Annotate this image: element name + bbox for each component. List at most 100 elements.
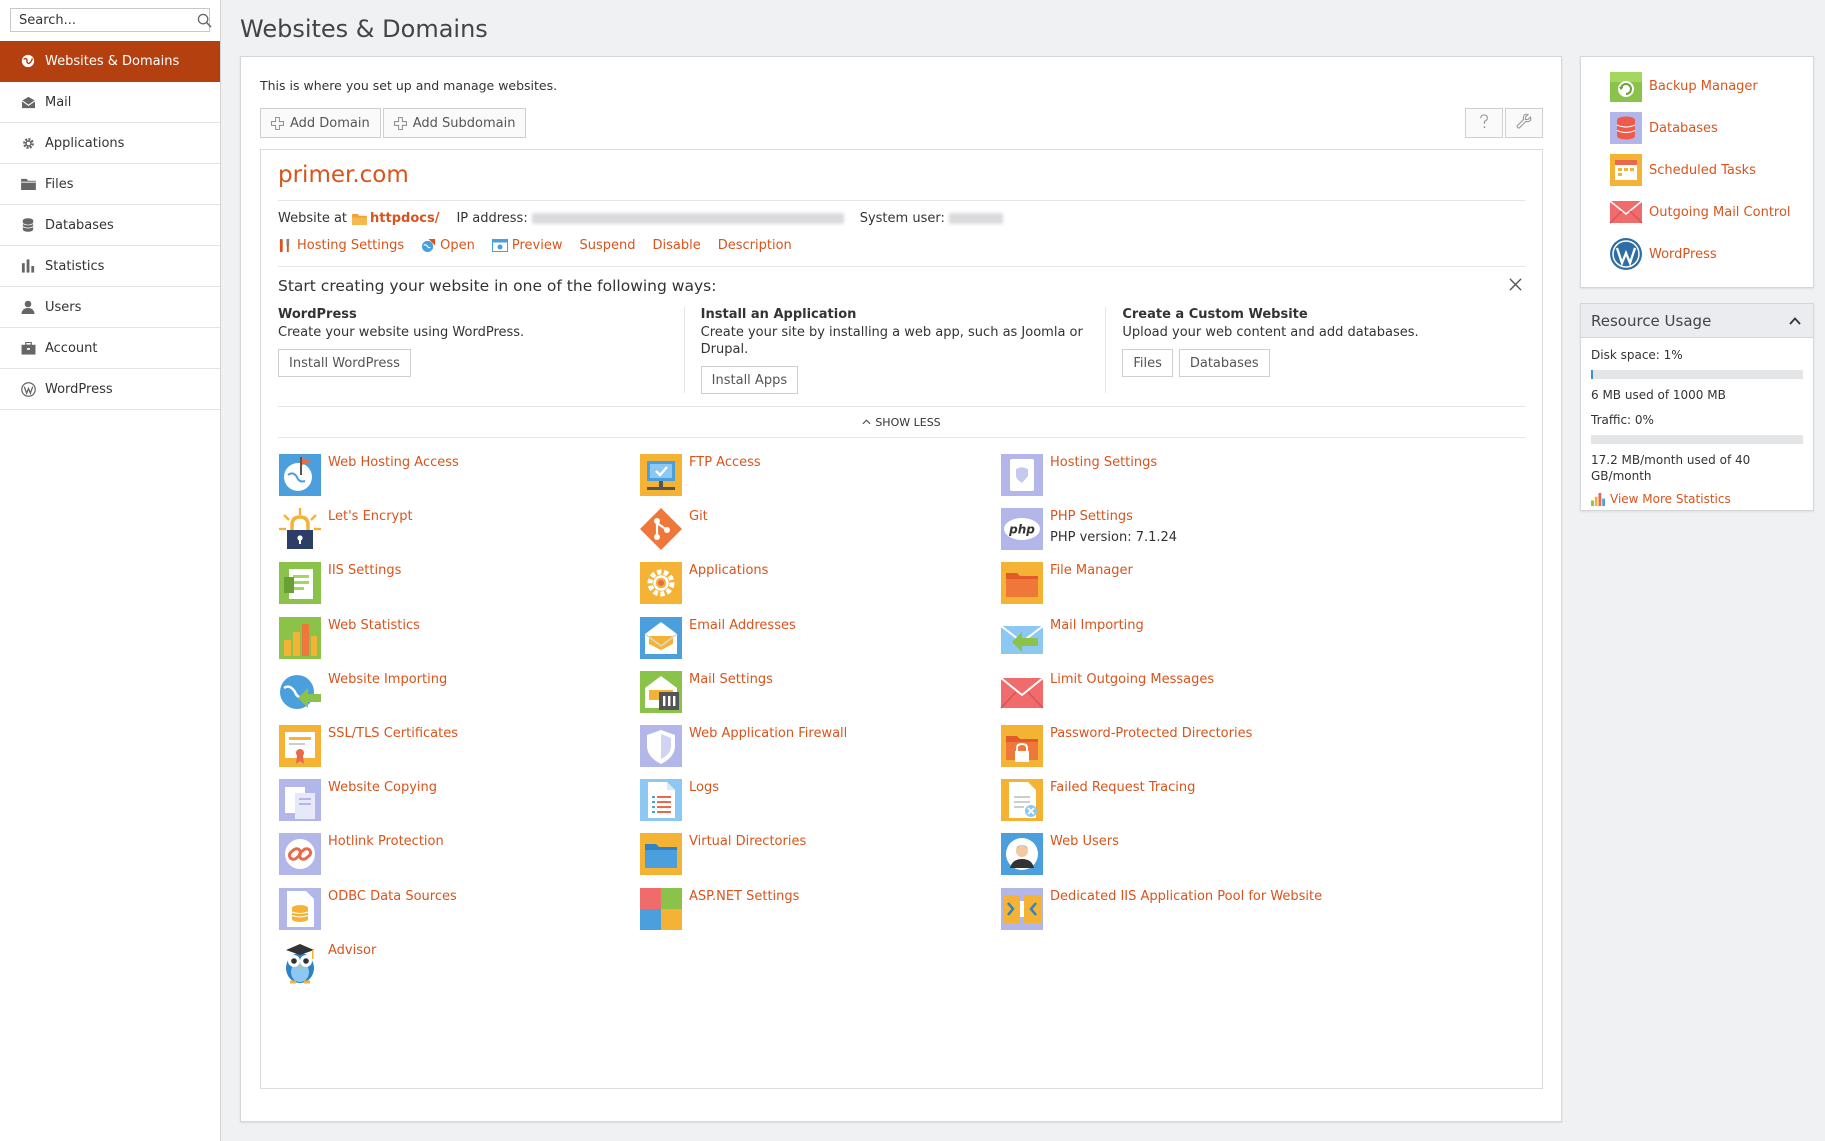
install-apps-button[interactable]: Install Apps	[700, 366, 799, 394]
web-statistics-icon	[279, 617, 321, 659]
main-panel: This is where you set up and manage webs…	[240, 56, 1562, 1122]
nav-item-files[interactable]: Files	[0, 164, 220, 205]
search-input[interactable]	[11, 9, 197, 31]
tool-iis-settings[interactable]: IIS Settings	[278, 561, 678, 609]
tool-hotlink-protection[interactable]: Hotlink Protection	[278, 832, 678, 880]
traffic-usage-bar	[1591, 435, 1803, 444]
option-title: Create a Custom Website	[1122, 307, 1308, 322]
settings-button[interactable]	[1505, 108, 1543, 138]
tool-php-settings[interactable]: php PHP Settings PHP version: 7.1.24	[1000, 507, 1400, 555]
shortcut-outgoing-mail-control[interactable]: Outgoing Mail Control	[1609, 194, 1791, 230]
tool-web-hosting-access[interactable]: Web Hosting Access	[278, 453, 678, 501]
tool-mail-settings[interactable]: Mail Settings	[639, 670, 1039, 718]
aspnet-icon	[640, 888, 682, 930]
tool-label: PHP Settings	[1050, 509, 1133, 524]
hosting-settings-link[interactable]: Hosting Settings	[278, 238, 404, 253]
files-button[interactable]: Files	[1122, 349, 1173, 377]
shortcut-label: Scheduled Tasks	[1649, 162, 1756, 178]
tool-applications[interactable]: Applications	[639, 561, 1039, 609]
tool-asp-net-settings[interactable]: ASP.NET Settings	[639, 887, 1039, 935]
tool-file-manager[interactable]: File Manager	[1000, 561, 1400, 609]
install-wordpress-button[interactable]: Install WordPress	[278, 349, 411, 377]
tool-hosting-settings[interactable]: Hosting Settings	[1000, 453, 1400, 501]
nav-item-mail[interactable]: Mail	[0, 82, 220, 123]
shortcut-wordpress[interactable]: WordPress	[1609, 236, 1717, 272]
search-icon[interactable]	[197, 9, 212, 31]
tool-password-protected-directories[interactable]: Password-Protected Directories	[1000, 724, 1400, 772]
nav-label: Websites & Domains	[45, 53, 180, 69]
tool-failed-request-tracing[interactable]: Failed Request Tracing	[1000, 778, 1400, 826]
tool-limit-outgoing-messages[interactable]: Limit Outgoing Messages	[1000, 670, 1400, 718]
tool-web-statistics[interactable]: Web Statistics	[278, 616, 678, 664]
tool-mail-importing[interactable]: Mail Importing	[1000, 616, 1400, 664]
nav-item-wordpress[interactable]: WordPress	[0, 369, 220, 410]
view-more-statistics-link[interactable]: View More Statistics	[1591, 492, 1803, 506]
nav-item-databases[interactable]: Databases	[0, 205, 220, 246]
add-subdomain-label: Add Subdomain	[412, 115, 516, 131]
tool-virtual-directories[interactable]: Virtual Directories	[639, 832, 1039, 880]
website-path-link[interactable]: httpdocs/	[370, 211, 439, 226]
resource-usage-header[interactable]: Resource Usage	[1581, 304, 1813, 338]
add-domain-button[interactable]: Add Domain	[260, 108, 381, 138]
tool-web-users[interactable]: Web Users	[1000, 832, 1400, 880]
tool-let-s-encrypt[interactable]: Let's Encrypt	[278, 507, 678, 555]
tool-ssl-tls-certificates[interactable]: SSL/TLS Certificates	[278, 724, 678, 772]
wordpress-icon	[19, 381, 37, 397]
tool-label: Website Copying	[328, 780, 438, 795]
open-link[interactable]: Open	[421, 238, 475, 253]
system-user-value-redacted	[948, 213, 1003, 224]
backup-icon	[1610, 72, 1642, 102]
action-label: Hosting Settings	[297, 238, 405, 253]
open-globe-icon	[421, 238, 436, 253]
domain-info-row: Website at httpdocs/ IP address: System …	[278, 211, 1003, 226]
tool-git[interactable]: Git	[639, 507, 1039, 555]
shortcut-scheduled-tasks[interactable]: Scheduled Tasks	[1609, 152, 1756, 188]
tool-website-copying[interactable]: Website Copying	[278, 778, 678, 826]
tool-dedicated-iis-application-pool-for-website[interactable]: Dedicated IIS Application Pool for Websi…	[1000, 887, 1400, 935]
disable-link[interactable]: Disable	[653, 238, 701, 253]
database-icon	[19, 217, 37, 233]
help-button[interactable]	[1465, 108, 1503, 138]
shortcut-databases[interactable]: Databases	[1609, 110, 1718, 146]
website-at-label: Website at	[278, 211, 348, 226]
action-label: Disable	[652, 238, 701, 253]
question-icon	[1479, 113, 1489, 133]
add-subdomain-button[interactable]: Add Subdomain	[382, 108, 527, 138]
tool-sublabel: PHP version: 7.1.24	[1050, 530, 1178, 545]
nav-item-users[interactable]: Users	[0, 287, 220, 328]
tool-logs[interactable]: Logs	[639, 778, 1039, 826]
resource-usage-title: Resource Usage	[1591, 311, 1712, 330]
tool-ftp-access[interactable]: FTP Access	[639, 453, 1039, 501]
databases-button[interactable]: Databases	[1178, 349, 1270, 377]
tool-website-importing[interactable]: Website Importing	[278, 670, 678, 718]
tool-advisor[interactable]: Advisor	[278, 941, 678, 989]
nav-label: Users	[45, 299, 82, 315]
show-less-toggle[interactable]: SHOW LESS	[278, 406, 1525, 438]
outgoing-mail-icon	[1609, 200, 1643, 224]
chevron-up-icon[interactable]	[1787, 313, 1803, 329]
close-button[interactable]	[1505, 276, 1525, 296]
nav-item-statistics[interactable]: Statistics	[0, 246, 220, 287]
traffic-detail: 17.2 MB/month used of 40 GB/month	[1591, 453, 1751, 483]
toolbar: Add Domain Add Subdomain	[260, 108, 527, 138]
nav-item-websites-domains[interactable]: Websites & Domains	[0, 41, 220, 82]
close-icon	[1508, 277, 1522, 295]
tool-odbc-data-sources[interactable]: ODBC Data Sources	[278, 887, 678, 935]
tool-label: Web Statistics	[328, 618, 420, 633]
domain-name-link[interactable]: primer.com	[278, 162, 409, 188]
nav-item-applications[interactable]: Applications	[0, 123, 220, 164]
odbc-icon	[279, 888, 321, 930]
php-icon: php	[1001, 508, 1043, 550]
hotlink-protection-icon	[279, 833, 321, 875]
suspend-link[interactable]: Suspend	[580, 238, 636, 253]
nav-item-account[interactable]: Account	[0, 328, 220, 369]
nav-label: Databases	[45, 217, 114, 233]
tool-web-application-firewall[interactable]: Web Application Firewall	[639, 724, 1039, 772]
shortcut-backup-manager[interactable]: Backup Manager	[1609, 68, 1758, 104]
description-link[interactable]: Description	[718, 238, 792, 253]
tool-label: Hotlink Protection	[328, 834, 444, 849]
plus-icon	[393, 116, 407, 130]
tool-label: IIS Settings	[328, 563, 402, 578]
preview-link[interactable]: Preview	[491, 238, 563, 253]
tool-email-addresses[interactable]: Email Addresses	[639, 616, 1039, 664]
